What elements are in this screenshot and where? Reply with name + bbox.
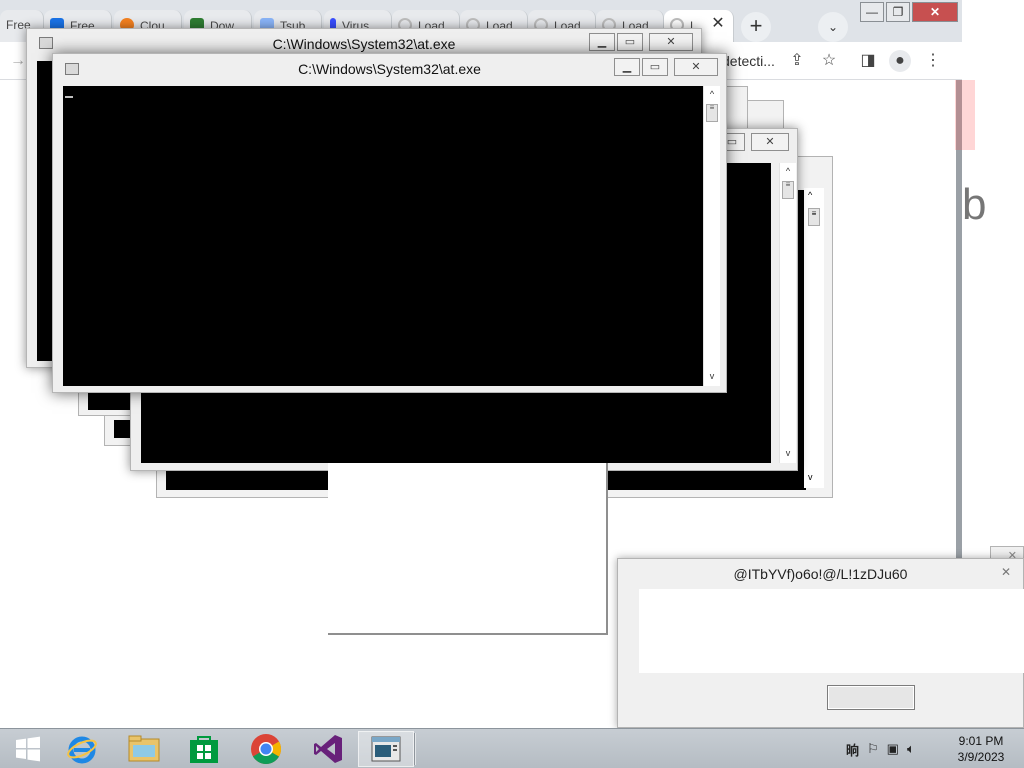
maximize-button[interactable]: ▭ <box>642 58 668 76</box>
close-button[interactable]: ✕ <box>649 33 693 51</box>
chrome-button[interactable] <box>238 731 294 767</box>
page-content-fragment-letter: b <box>962 180 987 229</box>
profile-icon[interactable]: ● <box>889 50 911 72</box>
volume-icon[interactable]: 🔈︎ <box>907 741 915 757</box>
browser-maximize-button[interactable]: ❐ <box>886 2 910 22</box>
minimize-button[interactable]: ▁ <box>589 33 615 51</box>
vertical-scrollbar[interactable]: ^ ≡ v <box>703 86 720 386</box>
console-window-icon <box>371 736 401 762</box>
scroll-up-icon[interactable]: ^ <box>808 190 812 200</box>
ime-indicator[interactable]: 晌 <box>846 740 859 759</box>
vertical-scrollbar[interactable]: ^ ≡ v <box>779 163 796 463</box>
start-button[interactable] <box>0 731 56 767</box>
dialog-close-icon[interactable]: ✕ <box>993 563 1019 581</box>
visual-studio-button[interactable] <box>300 731 356 767</box>
blank-window-fragment <box>328 463 608 635</box>
browser-minimize-button[interactable]: — <box>860 2 884 22</box>
forward-arrow-icon[interactable]: → <box>10 52 26 70</box>
dialog-ok-button[interactable] <box>827 685 915 710</box>
taskbar-divider <box>414 733 416 765</box>
network-icon[interactable]: ▣ <box>887 741 899 757</box>
scroll-thumb[interactable]: ≡ <box>782 181 794 199</box>
internet-explorer-button[interactable] <box>54 731 110 767</box>
address-bar-text[interactable]: detecti... <box>722 53 775 69</box>
clock-time: 9:01 PM <box>958 734 1004 748</box>
tab-close-icon[interactable]: ✕ <box>710 16 726 32</box>
share-icon[interactable]: ⇪ <box>786 50 808 72</box>
taskbar: 晌 ⚐ ▣ 🔈︎ 9:01 PM 3/9/2023 <box>0 728 1024 768</box>
store-icon <box>190 736 218 763</box>
scroll-down-icon[interactable]: v <box>704 368 720 384</box>
scroll-up-icon[interactable]: ^ <box>704 86 720 102</box>
dialog-body <box>639 589 1024 673</box>
scroll-up-icon[interactable]: ^ <box>780 163 796 179</box>
system-tray: 晌 ⚐ ▣ 🔈︎ <box>846 729 915 768</box>
minimize-button[interactable]: ▁ <box>614 58 640 76</box>
page-content-fragment <box>955 80 975 150</box>
browser-close-button[interactable]: ✕ <box>912 2 958 22</box>
clock[interactable]: 9:01 PM 3/9/2023 <box>948 733 1014 765</box>
tab-search-button[interactable]: ⌄ <box>818 12 848 42</box>
windows-logo-icon <box>16 736 40 762</box>
window-controls: ▁ ▭ ✕ <box>587 33 693 51</box>
file-explorer-button[interactable] <box>116 731 172 767</box>
scroll-down-icon[interactable]: v <box>780 445 796 461</box>
internet-explorer-icon <box>67 736 97 764</box>
star-icon[interactable]: ☆ <box>818 50 840 72</box>
sidepanel-icon[interactable]: ◨ <box>857 50 879 72</box>
console-screen[interactable] <box>63 86 703 386</box>
dialog-title: @ITbYVf)o6o!@/L!1zDJu60 <box>733 566 908 582</box>
scroll-down-icon[interactable]: v <box>808 472 813 482</box>
clock-date: 3/9/2023 <box>957 750 1005 764</box>
chrome-icon <box>251 734 282 765</box>
window-controls: ▁ ▭ ✕ <box>612 58 718 76</box>
folder-icon <box>128 735 160 762</box>
close-button[interactable]: ✕ <box>751 133 789 151</box>
store-button[interactable] <box>176 731 232 767</box>
scroll-thumb[interactable]: ≡ <box>706 104 718 122</box>
close-button[interactable]: ✕ <box>674 58 718 76</box>
window-controls: ▭ ✕ <box>717 133 789 151</box>
flag-icon[interactable]: ⚐ <box>867 741 879 757</box>
console-window-front[interactable]: C:\Windows\System32\at.exe ▁ ▭ ✕ ^ ≡ v <box>52 53 727 393</box>
vertical-scrollbar[interactable]: ^ ≡ v <box>804 188 824 488</box>
text-cursor <box>65 96 73 98</box>
scroll-thumb[interactable]: ≡ <box>808 208 820 226</box>
new-tab-button[interactable]: + <box>741 12 771 42</box>
visual-studio-icon <box>314 735 342 763</box>
menu-icon[interactable]: ⋮ <box>922 50 944 72</box>
console-taskbar-button[interactable] <box>358 731 414 767</box>
dialog-window[interactable]: @ITbYVf)o6o!@/L!1zDJu60 ✕ <box>617 558 1024 728</box>
maximize-button[interactable]: ▭ <box>617 33 643 51</box>
